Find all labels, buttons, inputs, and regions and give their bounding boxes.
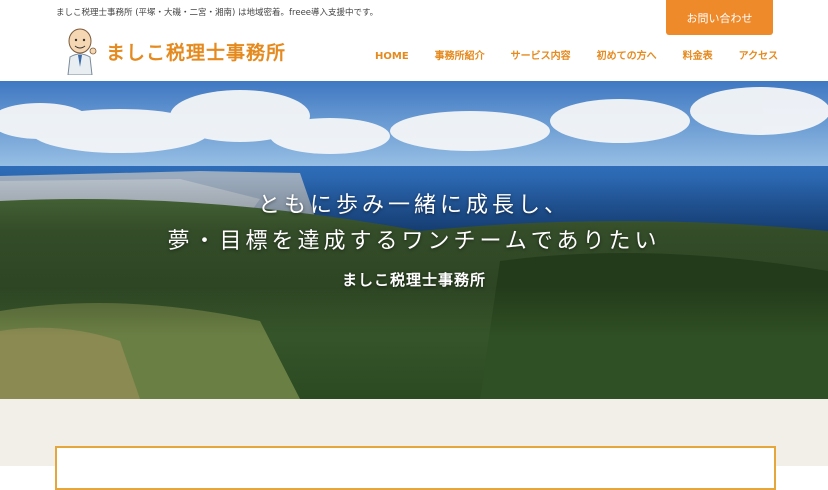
- logo-text: ましこ税理士事務所: [106, 41, 287, 64]
- nav-office[interactable]: 事務所紹介: [422, 50, 498, 74]
- site-tagline: ましこ税理士事務所 (平塚・大磯・二宮・湘南) は地域密着。freee導入支援中…: [56, 8, 379, 18]
- nav-access[interactable]: アクセス: [726, 50, 792, 74]
- main-nav: HOME 事務所紹介 サービス内容 初めての方へ 料金表 アクセス: [362, 50, 791, 84]
- hero-headline-line2: 夢・目標を達成するワンチームでありたい: [167, 229, 661, 254]
- nav-services[interactable]: サービス内容: [498, 50, 584, 74]
- site-logo[interactable]: ましこ税理士事務所: [62, 27, 286, 75]
- mascot-icon: [67, 28, 97, 75]
- nav-first-time[interactable]: 初めての方へ: [584, 50, 670, 74]
- hero-subtitle: ましこ税理士事務所: [341, 271, 486, 289]
- nav-home[interactable]: HOME: [362, 50, 422, 84]
- hero-banner: ともに歩み一緒に成長し、 夢・目標を達成するワンチームでありたい ましこ税理士事…: [0, 81, 828, 399]
- contact-button[interactable]: お問い合わせ: [666, 0, 773, 35]
- hero-headline-line1: ともに歩み一緒に成長し、: [257, 193, 570, 218]
- content-card: [55, 446, 776, 490]
- nav-pricing[interactable]: 料金表: [670, 50, 726, 74]
